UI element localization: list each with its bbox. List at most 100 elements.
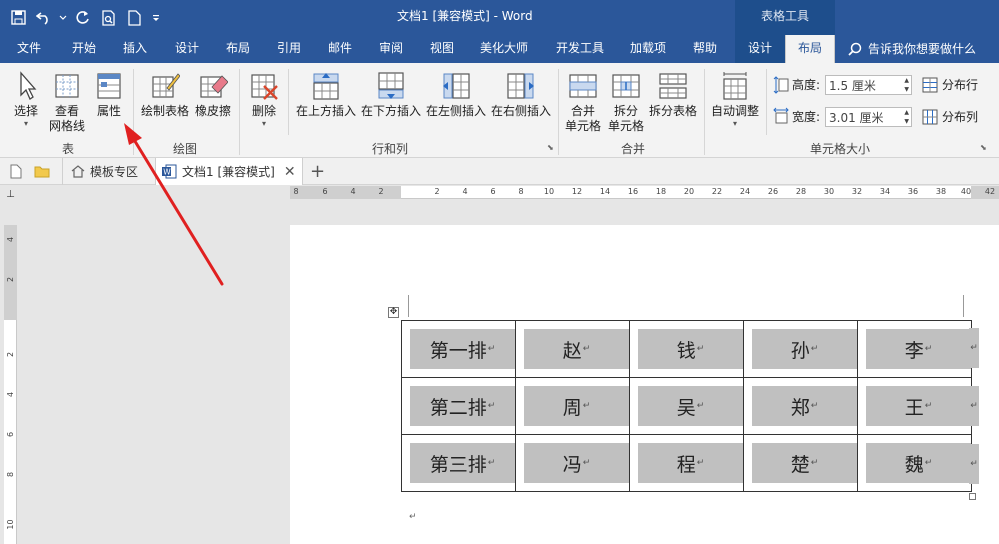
- height-label: 高度:: [792, 78, 821, 92]
- document-tab-label: 文档1 [兼容模式]: [182, 165, 275, 179]
- insert-below-button[interactable]: 在下方插入: [361, 71, 421, 119]
- redo-icon[interactable]: [70, 5, 94, 31]
- select-button[interactable]: 选择 ▾: [8, 71, 44, 129]
- table-cell[interactable]: 吴 ↵: [629, 377, 744, 435]
- delete-button[interactable]: 删除 ▾: [247, 71, 281, 129]
- merge-cells-button[interactable]: 合并 单元格: [563, 71, 603, 134]
- cell-text: 钱: [676, 339, 696, 362]
- tab-table-design[interactable]: 设计: [735, 35, 785, 63]
- autofit-button[interactable]: 自动调整 ▾: [709, 71, 761, 129]
- undo-icon[interactable]: [32, 5, 56, 31]
- table-cell[interactable]: 楚 ↵: [743, 434, 858, 492]
- tab-layout[interactable]: 布局: [226, 35, 250, 63]
- document-table[interactable]: 第一排 ↵ 赵 ↵ 钱 ↵ 孙 ↵ 李 ↵ 第二排 ↵ 周 ↵ 吴 ↵ 郑 ↵ 王 ↵ 第三排 ↵ 冯…: [401, 320, 972, 492]
- insert-right-label: 在右侧插入: [491, 104, 552, 118]
- split-cells-button[interactable]: 拆分 单元格: [606, 71, 646, 134]
- tell-me-text: 告诉我你想要做什么: [868, 41, 977, 56]
- tab-help[interactable]: 帮助: [693, 35, 717, 63]
- tab-developer[interactable]: 开发工具: [556, 35, 604, 63]
- ruler-label: 8: [518, 187, 524, 196]
- chevron-down-icon: ▾: [261, 119, 266, 128]
- tab-review[interactable]: 审阅: [379, 35, 403, 63]
- customize-qat-icon[interactable]: [148, 5, 164, 31]
- ruler-label: 36: [907, 187, 919, 196]
- ruler-label: 4: [6, 236, 15, 243]
- save-icon[interactable]: [6, 5, 30, 31]
- height-input[interactable]: 1.5 厘米 ▲ ▼: [825, 75, 912, 95]
- table-cell[interactable]: 第一排 ↵: [401, 320, 516, 378]
- ruler-label: 8: [293, 187, 299, 196]
- table-cell[interactable]: 周 ↵: [515, 377, 630, 435]
- ruler-label: 4: [6, 391, 15, 398]
- insert-below-label: 在下方插入: [361, 104, 422, 118]
- vertical-ruler[interactable]: 4 2 2 4 6 8 10: [4, 225, 17, 544]
- eraser-button[interactable]: 橡皮擦: [193, 71, 233, 119]
- tab-design[interactable]: 设计: [175, 35, 199, 63]
- split-table-button[interactable]: 拆分表格: [648, 71, 698, 119]
- insert-above-button[interactable]: 在上方插入: [296, 71, 356, 119]
- view-gridlines-button[interactable]: 查看 网格线: [47, 71, 87, 134]
- table-cell[interactable]: 李 ↵: [857, 320, 972, 378]
- table-cell[interactable]: 王 ↵: [857, 377, 972, 435]
- rows-cols-launcher-icon[interactable]: ⬊: [547, 143, 554, 152]
- tab-insert[interactable]: 插入: [123, 35, 147, 63]
- horizontal-ruler[interactable]: 8 6 4 2 2 4 6 8 10 12 14 16 18 20 22 24 …: [290, 186, 999, 199]
- table-cell[interactable]: 冯 ↵: [515, 434, 630, 492]
- insert-right-button[interactable]: 在右侧插入: [491, 71, 551, 119]
- new-tab-icon[interactable]: +: [310, 158, 325, 185]
- table-cell[interactable]: 魏 ↵: [857, 434, 972, 492]
- print-preview-icon[interactable]: [96, 5, 120, 31]
- open-folder-icon[interactable]: [34, 158, 50, 185]
- cell-text: 赵: [562, 339, 582, 362]
- ruler-label: 26: [767, 187, 779, 196]
- ruler-label: 10: [6, 519, 15, 530]
- table-cell[interactable]: 钱 ↵: [629, 320, 744, 378]
- table-cell[interactable]: 郑 ↵: [743, 377, 858, 435]
- height-spinner-icon[interactable]: ▲ ▼: [904, 76, 909, 94]
- tab-mailings[interactable]: 邮件: [328, 35, 352, 63]
- merge-cells-label-2: 单元格: [564, 119, 601, 133]
- tab-view[interactable]: 视图: [430, 35, 454, 63]
- table-move-handle-icon[interactable]: ✥: [388, 307, 399, 318]
- tab-addins[interactable]: 加载项: [630, 35, 666, 63]
- table-cell[interactable]: 第三排 ↵: [401, 434, 516, 492]
- chevron-down-icon: ▾: [23, 119, 28, 128]
- new-file-icon[interactable]: [10, 158, 22, 185]
- tab-table-layout[interactable]: 布局: [785, 35, 835, 63]
- tab-document[interactable]: W 文档1 [兼容模式] ✕: [155, 158, 303, 185]
- distribute-columns-button[interactable]: 分布列: [922, 109, 978, 125]
- ruler-label: 28: [795, 187, 807, 196]
- new-document-icon[interactable]: [122, 5, 146, 31]
- table-cell[interactable]: 程 ↵: [629, 434, 744, 492]
- tab-file[interactable]: 文件: [17, 35, 41, 63]
- undo-dropdown-icon[interactable]: [58, 5, 68, 31]
- ruler-label: 4: [462, 187, 468, 196]
- tab-references[interactable]: 引用: [277, 35, 301, 63]
- table-resize-handle-icon[interactable]: [969, 493, 976, 500]
- ruler-label: 32: [851, 187, 863, 196]
- tab-stop-selector-icon[interactable]: ⊥: [4, 188, 17, 201]
- insert-above-label: 在上方插入: [296, 104, 357, 118]
- draw-table-button[interactable]: 绘制表格: [140, 71, 190, 119]
- close-icon[interactable]: ✕: [284, 164, 296, 180]
- width-input[interactable]: 3.01 厘米 ▲ ▼: [825, 107, 912, 127]
- cell-text: 周: [562, 396, 582, 419]
- tell-me-box[interactable]: 告诉我你想要做什么: [848, 35, 999, 63]
- tab-home[interactable]: 开始: [72, 35, 96, 63]
- distribute-rows-button[interactable]: 分布行: [922, 77, 978, 93]
- width-spinner-icon[interactable]: ▲ ▼: [904, 108, 909, 126]
- window-title: 文档1 [兼容模式] - Word: [397, 9, 533, 23]
- table-cell[interactable]: 第二排 ↵: [401, 377, 516, 435]
- height-value: 1.5 厘米: [829, 78, 876, 93]
- table-cell[interactable]: 赵 ↵: [515, 320, 630, 378]
- cell-size-launcher-icon[interactable]: ⬊: [980, 143, 987, 152]
- insert-left-button[interactable]: 在左侧插入: [426, 71, 486, 119]
- table-cell[interactable]: 孙 ↵: [743, 320, 858, 378]
- tab-template-zone[interactable]: 模板专区: [62, 158, 138, 185]
- properties-button[interactable]: 属性: [91, 71, 127, 119]
- ruler-label: 12: [571, 187, 583, 196]
- cell-text: 孙: [790, 339, 810, 362]
- ruler-label: 42: [984, 187, 996, 196]
- tab-beautify-master[interactable]: 美化大师: [480, 35, 528, 63]
- insert-left-label: 在左侧插入: [426, 104, 487, 118]
